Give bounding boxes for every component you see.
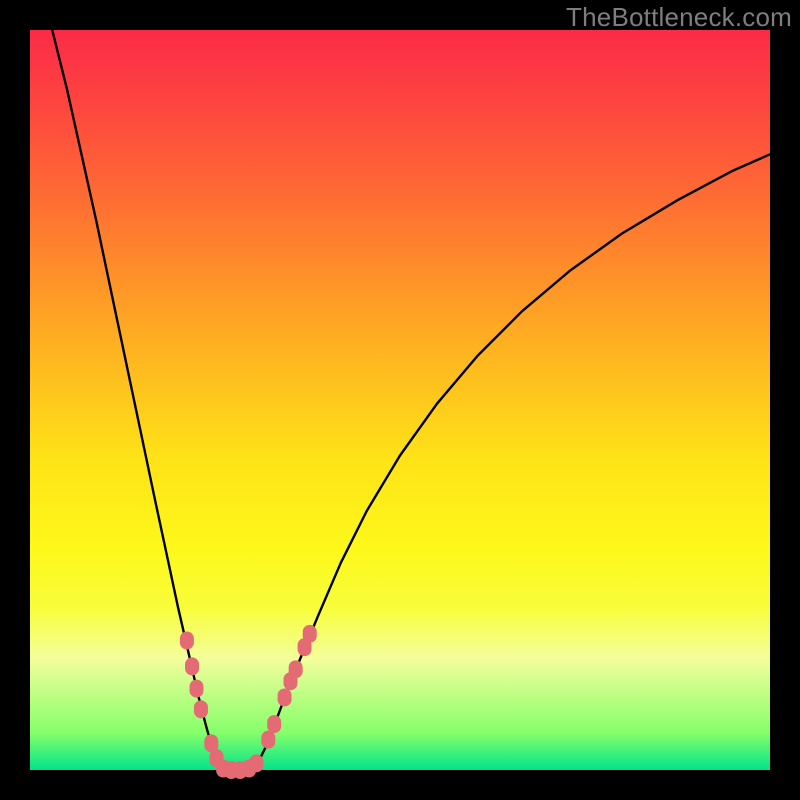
data-marker — [303, 625, 317, 643]
marker-group — [180, 625, 317, 779]
data-marker — [194, 700, 208, 718]
plot-area — [30, 30, 770, 770]
data-marker — [261, 731, 275, 749]
data-marker — [190, 680, 204, 698]
data-marker — [185, 657, 199, 675]
data-marker — [249, 754, 263, 772]
data-marker — [278, 688, 292, 706]
watermark-text: TheBottleneck.com — [566, 2, 792, 33]
chart-frame: TheBottleneck.com — [0, 0, 800, 800]
data-marker — [180, 632, 194, 650]
data-marker — [267, 715, 281, 733]
data-marker — [289, 660, 303, 678]
curve-svg — [30, 30, 770, 770]
bottleneck-curve — [52, 30, 770, 770]
